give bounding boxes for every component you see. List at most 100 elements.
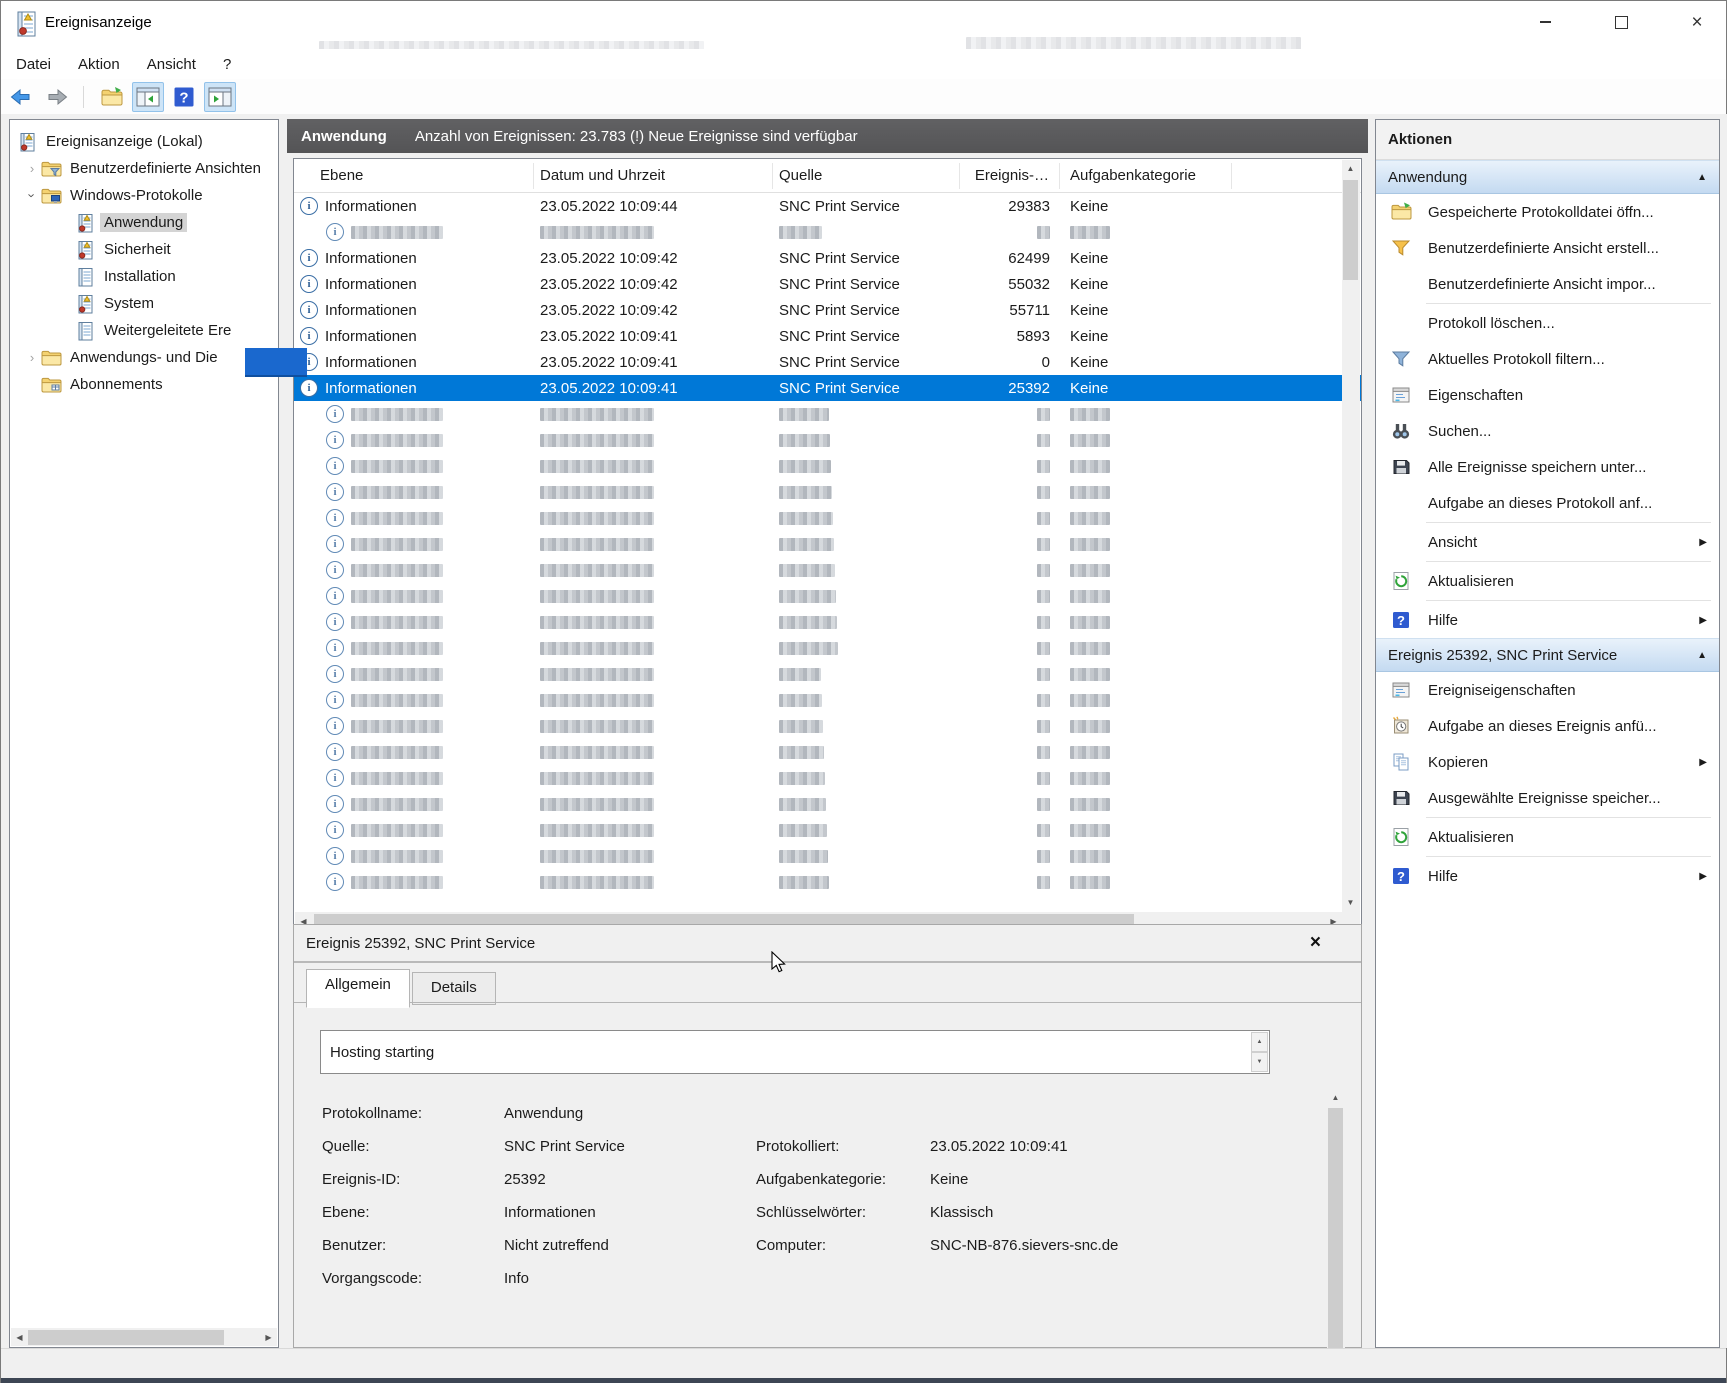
minimize-button[interactable] <box>1530 7 1560 37</box>
tree-item-label[interactable]: Installation <box>100 267 180 286</box>
event-row-redacted[interactable]: i <box>294 557 1361 583</box>
event-row-redacted[interactable]: i <box>294 713 1361 739</box>
scroll-up-icon[interactable]: ▲ <box>1342 160 1359 177</box>
column-header-ereignis-id[interactable]: Ereignis-… <box>960 163 1060 189</box>
help-button[interactable]: ? <box>168 82 200 112</box>
event-row-redacted[interactable]: i <box>294 687 1361 713</box>
event-row-redacted[interactable]: i <box>294 609 1361 635</box>
event-row-redacted[interactable]: i <box>294 427 1361 453</box>
tree-item-installation[interactable]: Installation <box>10 263 278 290</box>
tree-scrollbar-thumb[interactable] <box>28 1330 224 1345</box>
event-row-redacted[interactable]: i <box>294 817 1361 843</box>
action-benutzerdefinierte-ansicht-impor-[interactable]: Benutzerdefinierte Ansicht impor... <box>1376 266 1719 302</box>
tree-horizontal-scrollbar[interactable]: ◀ ▶ <box>11 1328 277 1346</box>
event-row-redacted[interactable]: i <box>294 583 1361 609</box>
action-kopieren[interactable]: Kopieren▶ <box>1376 744 1719 780</box>
tab-allgemein[interactable]: Allgemein <box>306 969 410 1008</box>
event-row-55032[interactable]: iInformationen23.05.2022 10:09:42SNC Pri… <box>294 271 1361 297</box>
action-ereigniseigenschaften[interactable]: Ereigniseigenschaften <box>1376 672 1719 708</box>
event-row-redacted[interactable]: i <box>294 531 1361 557</box>
action-hilfe[interactable]: ?Hilfe▶ <box>1376 858 1719 894</box>
column-header-quelle[interactable]: Quelle <box>773 163 960 189</box>
event-row-55711[interactable]: iInformationen23.05.2022 10:09:42SNC Pri… <box>294 297 1361 323</box>
tree-item-system[interactable]: System <box>10 290 278 317</box>
collapse-icon[interactable]: ▲ <box>1697 172 1707 183</box>
column-header-ebene[interactable]: Ebene <box>294 163 534 189</box>
open-saved-log-button[interactable] <box>96 82 128 112</box>
menu-datei[interactable]: Datei <box>4 52 63 77</box>
tree-item-label[interactable]: Abonnements <box>66 375 167 394</box>
event-row-redacted[interactable]: i <box>294 453 1361 479</box>
tree-item-label[interactable]: Anwendungs- und Die <box>66 348 222 367</box>
collapse-icon[interactable]: ▲ <box>1697 650 1707 661</box>
tree-item-label[interactable]: Weitergeleitete Ere <box>100 321 235 340</box>
event-row-redacted[interactable]: i <box>294 505 1361 531</box>
tree-item-anwendung[interactable]: Anwendung <box>10 209 278 236</box>
event-message-box[interactable]: Hosting starting ▲ ▼ <box>320 1030 1270 1074</box>
event-row-29383[interactable]: iInformationen23.05.2022 10:09:44SNC Pri… <box>294 193 1361 219</box>
action-protokoll-löschen-[interactable]: Protokoll löschen... <box>1376 305 1719 341</box>
tree-item-label[interactable]: Sicherheit <box>100 240 175 259</box>
menu-aktion[interactable]: Aktion <box>66 52 132 77</box>
tree-item-label[interactable]: Windows-Protokolle <box>66 186 207 205</box>
tree-item-label[interactable]: System <box>100 294 158 313</box>
action-suchen-[interactable]: Suchen... <box>1376 413 1719 449</box>
event-row-25392[interactable]: iInformationen23.05.2022 10:09:41SNC Pri… <box>294 375 1361 401</box>
tree-item-sicherheit[interactable]: Sicherheit <box>10 236 278 263</box>
event-row-redacted[interactable]: i <box>294 843 1361 869</box>
close-button[interactable]: × <box>1682 7 1712 37</box>
toggle-console-tree-button[interactable] <box>132 82 164 112</box>
event-row-redacted[interactable]: i <box>294 661 1361 687</box>
forward-button[interactable] <box>41 82 73 112</box>
tree-item-abonnements[interactable]: Abonnements <box>10 371 278 398</box>
actions-section-header[interactable]: Ereignis 25392, SNC Print Service▲ <box>1376 638 1719 672</box>
action-aktualisieren[interactable]: Aktualisieren <box>1376 819 1719 855</box>
preview-vertical-scrollbar[interactable]: ▲ ▼ <box>1327 1089 1345 1383</box>
menu-hilfe[interactable]: ? <box>211 52 243 77</box>
table-scrollbar-thumb[interactable] <box>1343 180 1358 280</box>
chevron-down-icon[interactable]: › <box>25 188 40 204</box>
event-row-redacted[interactable]: i <box>294 219 1361 245</box>
toggle-action-pane-button[interactable] <box>204 82 236 112</box>
tree-item-ereignisanzeige-lokal-[interactable]: Ereignisanzeige (Lokal) <box>10 128 278 155</box>
event-row-0[interactable]: iInformationen23.05.2022 10:09:41SNC Pri… <box>294 349 1361 375</box>
tree-item-label[interactable]: Benutzerdefinierte Ansichten <box>66 159 265 178</box>
tree-item-label[interactable]: Ereignisanzeige (Lokal) <box>42 132 207 151</box>
event-row-redacted[interactable]: i <box>294 401 1361 427</box>
back-button[interactable] <box>5 82 37 112</box>
action-ausgewählte-ereignisse-speicher-[interactable]: Ausgewählte Ereignisse speicher... <box>1376 780 1719 816</box>
preview-scrollbar-thumb[interactable] <box>1328 1108 1343 1383</box>
chevron-right-icon[interactable]: › <box>24 350 40 365</box>
column-header-datum[interactable]: Datum und Uhrzeit <box>534 163 773 189</box>
scroll-right-icon[interactable]: ▶ <box>260 1329 277 1346</box>
scroll-down-icon[interactable]: ▼ <box>1251 1052 1268 1072</box>
scroll-up-icon[interactable]: ▲ <box>1251 1032 1268 1052</box>
event-row-redacted[interactable]: i <box>294 869 1361 895</box>
event-row-62499[interactable]: iInformationen23.05.2022 10:09:42SNC Pri… <box>294 245 1361 271</box>
table-vertical-scrollbar[interactable]: ▲ ▼ <box>1342 160 1360 930</box>
tree-item-windows-protokolle[interactable]: › Windows-Protokolle <box>10 182 278 209</box>
maximize-button[interactable] <box>1606 7 1636 37</box>
actions-section-header[interactable]: Anwendung▲ <box>1376 160 1719 194</box>
action-aufgabe-an-dieses-ereignis-anfü-[interactable]: Aufgabe an dieses Ereignis anfü... <box>1376 708 1719 744</box>
action-aktualisieren[interactable]: Aktualisieren <box>1376 563 1719 599</box>
tree-item-label[interactable]: Anwendung <box>100 213 187 232</box>
event-row-redacted[interactable]: i <box>294 791 1361 817</box>
action-aufgabe-an-dieses-protokoll-anf-[interactable]: Aufgabe an dieses Protokoll anf... <box>1376 485 1719 521</box>
action-hilfe[interactable]: ?Hilfe▶ <box>1376 602 1719 638</box>
tree-item-weitergeleitete-ere[interactable]: Weitergeleitete Ere <box>10 317 278 344</box>
action-alle-ereignisse-speichern-unter-[interactable]: Alle Ereignisse speichern unter... <box>1376 449 1719 485</box>
event-row-redacted[interactable]: i <box>294 479 1361 505</box>
action-gespeicherte-protokolldatei-öffn-[interactable]: Gespeicherte Protokolldatei öffn... <box>1376 194 1719 230</box>
event-row-redacted[interactable]: i <box>294 765 1361 791</box>
tree-item-anwendungs-und-die[interactable]: › Anwendungs- und Die <box>10 344 278 371</box>
menu-ansicht[interactable]: Ansicht <box>135 52 208 77</box>
column-header-aufgabenkategorie[interactable]: Aufgabenkategorie <box>1060 163 1232 189</box>
event-row-5893[interactable]: iInformationen23.05.2022 10:09:41SNC Pri… <box>294 323 1361 349</box>
scroll-left-icon[interactable]: ◀ <box>11 1329 28 1346</box>
action-ansicht[interactable]: Ansicht▶ <box>1376 524 1719 560</box>
action-benutzerdefinierte-ansicht-erstell-[interactable]: Benutzerdefinierte Ansicht erstell... <box>1376 230 1719 266</box>
event-row-redacted[interactable]: i <box>294 739 1361 765</box>
chevron-right-icon[interactable]: › <box>24 161 40 176</box>
tree-item-benutzerdefinierte-ansichten[interactable]: › Benutzerdefinierte Ansichten <box>10 155 278 182</box>
